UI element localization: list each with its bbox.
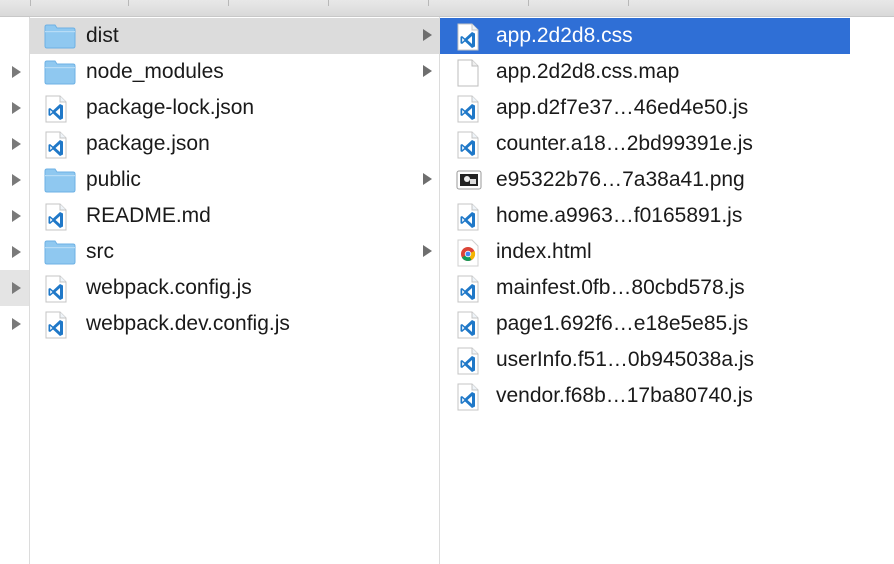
gutter-row[interactable] (0, 54, 29, 90)
blank-file-icon (456, 59, 486, 87)
folder-icon (44, 167, 76, 193)
item-label: home.a9963…f0165891.js (496, 204, 743, 227)
disclosure-triangle-icon[interactable] (12, 210, 21, 222)
gutter-row[interactable] (0, 234, 29, 270)
item-label: webpack.config.js (86, 276, 252, 299)
folder-icon (44, 59, 76, 85)
vscode-file-icon (44, 131, 74, 159)
dist-folder-column[interactable]: app.2d2d8.css app.2d2d8.css.map app.d2f7… (439, 17, 851, 564)
list-item-public[interactable]: public (30, 162, 440, 198)
vscode-file-icon (456, 203, 486, 231)
item-label: webpack.dev.config.js (86, 312, 290, 335)
item-label: app.2d2d8.css.map (496, 60, 680, 83)
chevron-right-icon (423, 173, 432, 185)
chevron-right-icon (423, 29, 432, 41)
chevron-right-icon (423, 65, 432, 77)
list-item-node-modules[interactable]: node_modules (30, 54, 440, 90)
vscode-file-icon (456, 23, 486, 51)
gutter-row (0, 18, 29, 54)
gutter-row[interactable] (0, 198, 29, 234)
empty-preview-column[interactable] (850, 17, 894, 564)
left-column-gutter (0, 17, 29, 564)
list-item-index-html[interactable]: index.html (440, 234, 850, 270)
toolbar-divider (428, 0, 429, 6)
disclosure-triangle-icon[interactable] (12, 246, 21, 258)
toolbar-divider (628, 0, 629, 6)
image-file-icon (456, 167, 486, 193)
disclosure-triangle-icon[interactable] (12, 102, 21, 114)
gutter-row[interactable] (0, 306, 29, 342)
toolbar-divider (228, 0, 229, 6)
item-label: package-lock.json (86, 96, 255, 119)
vscode-file-icon (44, 95, 74, 123)
list-item-dist[interactable]: dist (30, 18, 440, 54)
item-label: e95322b76…7a38a41.png (496, 168, 745, 191)
vscode-file-icon (456, 347, 486, 375)
item-label: dist (86, 24, 119, 47)
list-item-home-a9963-f0165891-js[interactable]: home.a9963…f0165891.js (440, 198, 850, 234)
item-label: README.md (86, 204, 211, 227)
gutter-row[interactable] (0, 162, 29, 198)
disclosure-triangle-icon[interactable] (12, 66, 21, 78)
list-item-webpack-config-js[interactable]: webpack.config.js (30, 270, 440, 306)
chevron-right-icon (423, 245, 432, 257)
list-item-src[interactable]: src (30, 234, 440, 270)
item-label: index.html (496, 240, 592, 263)
gutter-row[interactable] (0, 90, 29, 126)
item-label: vendor.f68b…17ba80740.js (496, 384, 753, 407)
vscode-file-icon (456, 275, 486, 303)
item-label: package.json (86, 132, 210, 155)
toolbar-divider (328, 0, 329, 6)
toolbar-divider (528, 0, 529, 6)
window-toolbar-strip (0, 0, 894, 17)
item-label: app.d2f7e37…46ed4e50.js (496, 96, 749, 119)
list-item-package-lock-json[interactable]: package-lock.json (30, 90, 440, 126)
disclosure-triangle-icon[interactable] (12, 138, 21, 150)
folder-icon (44, 23, 76, 49)
chrome-html-file-icon (456, 239, 486, 267)
folder-icon (44, 239, 76, 265)
disclosure-triangle-icon[interactable] (12, 174, 21, 186)
vscode-file-icon (456, 95, 486, 123)
toolbar-divider (30, 0, 31, 6)
list-item-app-d2f7e37-46ed4e50-js[interactable]: app.d2f7e37…46ed4e50.js (440, 90, 850, 126)
toolbar-divider (128, 0, 129, 6)
list-item-package-json[interactable]: package.json (30, 126, 440, 162)
gutter-row[interactable] (0, 270, 29, 306)
list-item-webpack-dev-config-js[interactable]: webpack.dev.config.js (30, 306, 440, 342)
list-item-userinfo-f51-0b945038a-js[interactable]: userInfo.f51…0b945038a.js (440, 342, 850, 378)
list-item-counter-a18-2bd99391e-js[interactable]: counter.a18…2bd99391e.js (440, 126, 850, 162)
list-item-app-2d2d8-css-map[interactable]: app.2d2d8.css.map (440, 54, 850, 90)
vscode-file-icon (44, 311, 74, 339)
gutter-row[interactable] (0, 126, 29, 162)
item-label: app.2d2d8.css (496, 24, 633, 47)
vscode-file-icon (456, 131, 486, 159)
item-label: mainfest.0fb…80cbd578.js (496, 276, 745, 299)
vscode-file-icon (44, 203, 74, 231)
vscode-file-icon (44, 275, 74, 303)
list-item-mainfest-0fb-80cbd578-js[interactable]: mainfest.0fb…80cbd578.js (440, 270, 850, 306)
parent-folder-column[interactable]: dist node_modules package-lock.json pack… (29, 17, 440, 564)
disclosure-triangle-icon[interactable] (12, 318, 21, 330)
vscode-file-icon (456, 311, 486, 339)
list-item-e95322b76-7a38a41-png[interactable]: e95322b76…7a38a41.png (440, 162, 850, 198)
item-label: page1.692f6…e18e5e85.js (496, 312, 749, 335)
list-item-app-2d2d8-css[interactable]: app.2d2d8.css (440, 18, 850, 54)
item-label: userInfo.f51…0b945038a.js (496, 348, 755, 371)
list-item-readme-md[interactable]: README.md (30, 198, 440, 234)
list-item-vendor-f68b-17ba80740-js[interactable]: vendor.f68b…17ba80740.js (440, 378, 850, 414)
list-item-page1-692f6-e18e5e85-js[interactable]: page1.692f6…e18e5e85.js (440, 306, 850, 342)
item-label: node_modules (86, 60, 224, 83)
item-label: src (86, 240, 114, 263)
disclosure-triangle-icon[interactable] (12, 282, 21, 294)
item-label: counter.a18…2bd99391e.js (496, 132, 753, 155)
item-label: public (86, 168, 141, 191)
vscode-file-icon (456, 383, 486, 411)
